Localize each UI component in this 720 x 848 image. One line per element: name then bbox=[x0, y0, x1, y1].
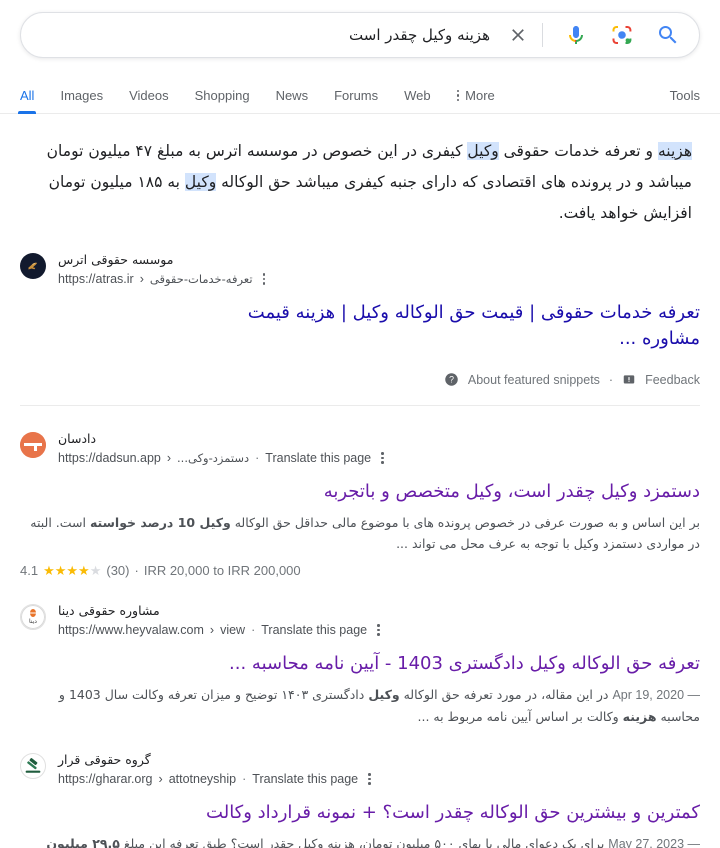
eagle-emblem-icon bbox=[20, 253, 46, 279]
microphone-icon[interactable] bbox=[563, 22, 589, 48]
source-breadcrumb: تعرفه-خدمات-حقوقی bbox=[149, 272, 253, 286]
translate-page-link[interactable]: Translate this page bbox=[252, 770, 358, 788]
result-site-name: مشاوره حقوقی دینا bbox=[58, 603, 160, 618]
tab-videos[interactable]: Videos bbox=[129, 88, 169, 113]
question-mark-icon[interactable]: ? bbox=[444, 372, 459, 387]
search-divider bbox=[542, 23, 543, 47]
tab-news[interactable]: News bbox=[276, 88, 309, 113]
url-dot: · bbox=[242, 772, 247, 786]
result-url: https://gharar.org bbox=[58, 772, 153, 786]
tab-images[interactable]: Images bbox=[60, 88, 103, 113]
price-range: IRR 20,000 to IRR 200,000 bbox=[143, 563, 301, 578]
svg-text:دینا: دینا bbox=[29, 618, 37, 625]
url-dot: · bbox=[255, 451, 260, 465]
url-separator: › bbox=[166, 451, 172, 465]
search-header bbox=[0, 0, 720, 58]
search-tabs: All Images Videos Shopping News Forums W… bbox=[0, 78, 720, 114]
about-featured-snippets-link[interactable]: About featured snippets bbox=[468, 373, 600, 387]
result-breadcrumb: attotneyship bbox=[168, 772, 237, 786]
search-result-item: دینا مشاوره حقوقی دینا https://www.heyva… bbox=[20, 602, 700, 727]
dadsun-logo-icon bbox=[20, 432, 46, 458]
google-lens-icon[interactable] bbox=[609, 22, 635, 48]
result-source[interactable]: دینا مشاوره حقوقی دینا https://www.heyva… bbox=[20, 602, 700, 639]
result-title[interactable]: تعرفه حق الوکاله وکیل دادگستری 1403 - آی… bbox=[20, 651, 700, 677]
more-filters-button[interactable]: More bbox=[456, 88, 495, 113]
featured-snippet-footer: ? About featured snippets · Feedback bbox=[20, 372, 700, 391]
tab-all[interactable]: All bbox=[17, 88, 37, 114]
featured-snippet-text: هزینه و تعرفه خدمات حقوقی وکیل کیفری در … bbox=[46, 142, 692, 222]
search-box[interactable] bbox=[20, 12, 700, 58]
section-divider bbox=[20, 405, 700, 406]
search-icon[interactable] bbox=[655, 22, 681, 48]
url-separator: › bbox=[139, 272, 144, 286]
rating-value: 4.1 bbox=[20, 563, 39, 578]
featured-snippet: هزینه و تعرفه خدمات حقوقی وکیل کیفری در … bbox=[20, 114, 700, 406]
result-snippet: Apr 19, 2020 — در این مقاله، در مورد تعر… bbox=[58, 687, 700, 724]
svg-text:?: ? bbox=[449, 375, 454, 385]
kebab-menu-icon bbox=[456, 89, 460, 102]
source-url: https://atras.ir bbox=[58, 272, 134, 286]
result-source[interactable]: دادسان https://dadsun.app › دستمزد-وکی..… bbox=[20, 430, 700, 467]
feedback-flag-icon[interactable] bbox=[622, 373, 636, 387]
star-rating-icon: ★★★★★ bbox=[43, 563, 102, 578]
search-result-item: گروه حقوقی قرار https://gharar.org › att… bbox=[20, 751, 700, 848]
source-site-name: موسسه حقوقی اترس bbox=[58, 252, 174, 267]
result-options-icon[interactable] bbox=[259, 273, 270, 285]
url-separator: › bbox=[209, 623, 215, 637]
more-label: More bbox=[465, 88, 495, 103]
search-results: هزینه و تعرفه خدمات حقوقی وکیل کیفری در … bbox=[0, 114, 720, 848]
result-rating: 4.1 ★★★★★ (30) · IRR 20,000 to IRR 200,0… bbox=[20, 563, 700, 578]
tab-shopping[interactable]: Shopping bbox=[195, 88, 250, 113]
translate-page-link[interactable]: Translate this page bbox=[265, 449, 371, 467]
result-snippet: بر این اساس و به صورت عرفی در خصوص پروند… bbox=[30, 515, 700, 551]
translate-page-link[interactable]: Translate this page bbox=[261, 621, 367, 639]
result-snippet: May 27, 2023 — برای یک دعوای مالی با بها… bbox=[46, 836, 700, 848]
result-title[interactable]: کمترین و بیشترین حق الوکاله چقدر است؟ + … bbox=[20, 800, 700, 826]
rating-separator: · bbox=[134, 563, 139, 578]
dina-logo-icon: دینا bbox=[20, 604, 46, 630]
search-result-item: دادسان https://dadsun.app › دستمزد-وکی..… bbox=[20, 430, 700, 578]
result-source[interactable]: گروه حقوقی قرار https://gharar.org › att… bbox=[20, 751, 700, 788]
tab-web[interactable]: Web bbox=[404, 88, 431, 113]
tools-button[interactable]: Tools bbox=[670, 88, 700, 113]
featured-snippet-source[interactable]: موسسه حقوقی اترس https://atras.ir › تعرف… bbox=[20, 251, 700, 288]
result-breadcrumb: دستمزد-وکی... bbox=[177, 451, 250, 465]
review-count: (30) bbox=[106, 563, 130, 578]
url-dot: · bbox=[251, 623, 256, 637]
tab-forums[interactable]: Forums bbox=[334, 88, 378, 113]
gavel-icon bbox=[20, 753, 46, 779]
url-separator: › bbox=[158, 772, 163, 786]
footer-separator: · bbox=[608, 372, 614, 387]
featured-snippet-title[interactable]: تعرفه خدمات حقوقی | قیمت حق الوکاله وکیل… bbox=[20, 300, 700, 352]
search-input[interactable] bbox=[39, 25, 494, 45]
result-site-name: گروه حقوقی قرار bbox=[58, 752, 151, 767]
result-url: https://www.heyvalaw.com bbox=[58, 623, 204, 637]
result-options-icon[interactable] bbox=[373, 624, 384, 636]
result-options-icon[interactable] bbox=[377, 452, 388, 464]
result-breadcrumb: view bbox=[220, 623, 246, 637]
feedback-link[interactable]: Feedback bbox=[645, 373, 700, 387]
result-title[interactable]: دستمزد وکیل چقدر است، وکیل متخصص و باتجر… bbox=[20, 479, 700, 505]
result-url: https://dadsun.app bbox=[58, 451, 161, 465]
result-site-name: دادسان bbox=[58, 431, 97, 446]
close-icon[interactable] bbox=[504, 21, 532, 49]
result-options-icon[interactable] bbox=[364, 773, 375, 785]
